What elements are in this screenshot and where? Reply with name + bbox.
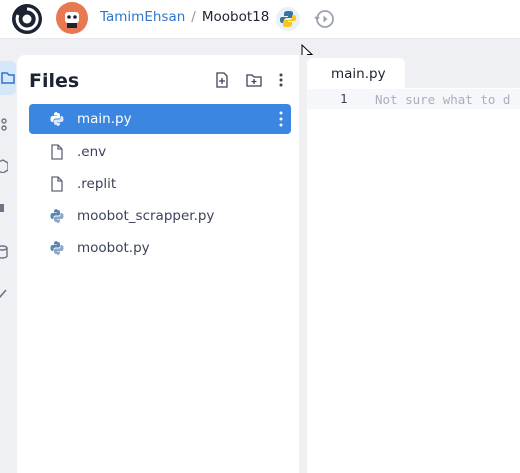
user-avatar[interactable] [56,2,88,34]
breadcrumb-separator: / [191,9,196,25]
python-icon [50,112,64,126]
python-icon [50,241,64,255]
add-folder-icon[interactable] [246,72,262,88]
files-menu-icon[interactable] [273,72,289,88]
repl-name[interactable]: Moobot18 [202,9,269,25]
file-icon [51,176,63,192]
line-number: 1 [340,91,348,106]
replit-logo-icon[interactable] [11,3,43,35]
tab-label: main.py [331,66,386,82]
tool-rail [0,55,17,473]
history-icon[interactable] [314,8,336,30]
top-bar: TamimEhsan / Moobot18 [0,0,520,39]
package-icon[interactable] [0,159,8,173]
file-name: main.py [77,111,132,127]
files-panel: Files main.py .env .replit moobot_scrapp… [17,55,299,473]
rail-files-active[interactable] [0,61,16,95]
file-item-env[interactable]: .env [29,137,291,167]
file-name: .env [77,144,107,160]
file-item-moobot-py[interactable]: moobot.py [29,233,291,263]
tab-main-py[interactable]: main.py [307,58,405,88]
owner-link[interactable]: TamimEhsan [100,9,185,25]
file-icon [51,144,63,160]
add-file-icon[interactable] [214,72,230,88]
file-item-moobot-scrapper-py[interactable]: moobot_scrapper.py [29,201,291,231]
file-name: moobot.py [77,240,150,256]
file-item-main-py[interactable]: main.py [29,104,291,134]
database-icon[interactable] [0,245,8,259]
file-item-replit[interactable]: .replit [29,169,291,199]
python-icon [50,209,64,223]
code-editor[interactable]: 1 Not sure what to d [307,88,520,473]
files-title: Files [29,70,80,92]
editor-tabs: main.py [307,55,520,88]
editor-placeholder: Not sure what to d [375,92,511,107]
files-icon [1,72,15,84]
python-icon[interactable] [276,7,300,31]
file-name: moobot_scrapper.py [77,208,215,224]
breadcrumb: TamimEhsan / Moobot18 [100,9,269,25]
file-name: .replit [77,176,117,192]
panel-resize-handle[interactable] [299,55,307,473]
robot-avatar-icon [65,12,79,28]
file-menu-icon[interactable] [279,111,283,127]
debugger-icon[interactable] [0,201,8,215]
check-icon[interactable] [0,287,8,301]
share-icon[interactable] [0,117,8,131]
